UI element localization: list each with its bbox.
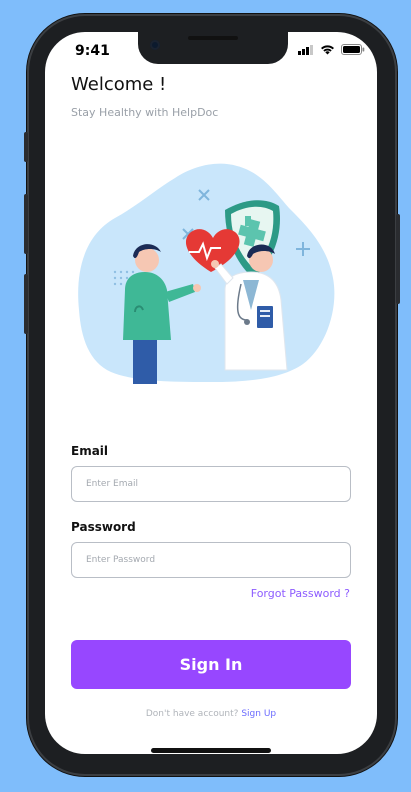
mute-switch	[24, 132, 28, 162]
power-button	[396, 214, 400, 304]
email-label: Email	[71, 444, 109, 458]
status-time: 9:41	[75, 43, 110, 59]
sign-in-button[interactable]: Sign In	[71, 640, 351, 689]
notch	[138, 32, 288, 64]
signup-prompt-text: Don't have account?	[145, 709, 239, 719]
forgot-password-link[interactable]: Forgot Password ?	[251, 587, 350, 600]
app-screen: 9:41 Welcome ! Stay Healthy with HelpDoc	[45, 32, 377, 754]
doctor-illustration	[78, 163, 335, 384]
wifi-icon	[321, 45, 334, 55]
password-field[interactable]	[72, 543, 350, 577]
battery-icon	[341, 44, 365, 55]
password-field-box	[71, 542, 351, 578]
volume-down-button	[24, 274, 28, 334]
signal-icon	[298, 44, 313, 55]
camera-icon	[150, 40, 160, 50]
sign-up-link[interactable]: Sign Up	[241, 709, 276, 719]
home-indicator[interactable]	[151, 748, 271, 753]
password-label: Password	[71, 520, 136, 534]
email-field-box	[71, 466, 351, 502]
page-title: Welcome !	[71, 74, 167, 95]
volume-up-button	[24, 194, 28, 254]
status-icons	[298, 44, 365, 55]
speaker	[188, 36, 238, 40]
signup-prompt: Don't have account? Sign Up	[45, 709, 377, 719]
email-field[interactable]	[72, 467, 350, 501]
page-subtitle: Stay Healthy with HelpDoc	[71, 106, 219, 119]
